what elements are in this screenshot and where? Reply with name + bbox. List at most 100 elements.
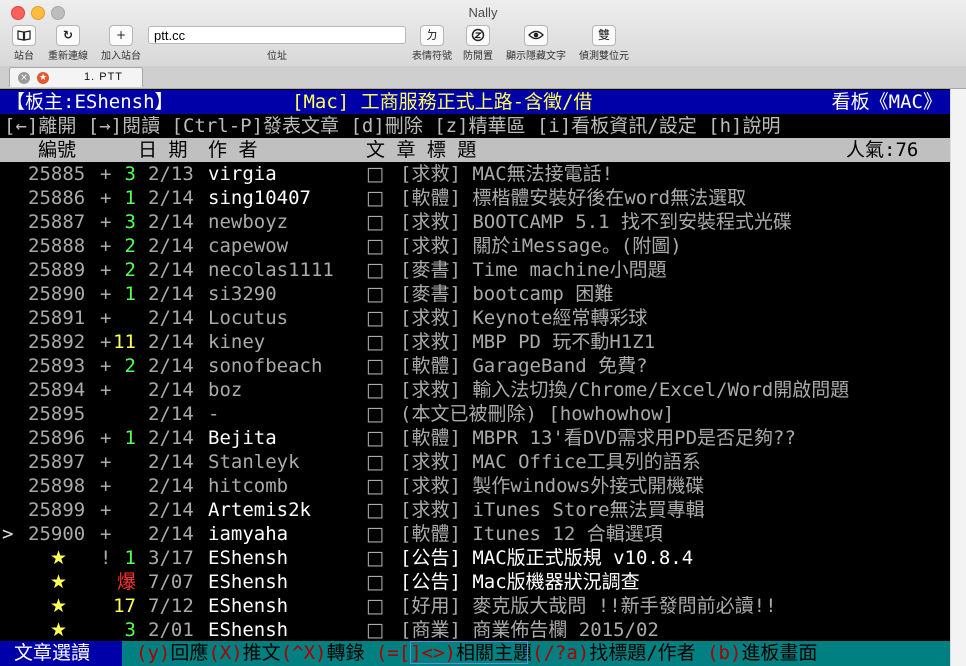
checkbox-icon: □ [366, 283, 384, 305]
column-header: 編號 日 期 作 者 文 章 標 題 人氣:76 [0, 138, 950, 162]
pinned-post-row[interactable]: ★ 3 2/01 EShensh □ [商業] 商業佈告欄 2015/02 [0, 618, 950, 642]
post-title[interactable]: [商業] 商業佈告欄 2015/02 [400, 618, 659, 642]
post-number: 25894 [28, 379, 86, 401]
post-title[interactable]: [求救] MAC無法接電話! [400, 162, 613, 186]
sites-button[interactable]: 站台 [6, 25, 42, 62]
post-row[interactable]: 25895 2/14- □ (本文已被刪除) [howhowhow] [0, 402, 950, 426]
column-author: 作 者 [208, 139, 258, 161]
post-title[interactable]: [公告] MAC版正式版規 v10.8.4 [400, 546, 693, 570]
post-row[interactable]: >25900 +2/14 iamyaha □ [軟體] Itunes 12 合輯選項 [0, 522, 950, 546]
star-icon: ★ [37, 72, 49, 84]
post-date: 2/14 [148, 451, 194, 473]
post-row[interactable]: 25886 +1 2/14 sing10407 □ [軟體] 標楷體安裝好後在word無法… [0, 186, 950, 210]
emoticon-button[interactable]: ㄉ 表情符號 [408, 25, 456, 62]
pinned-post-row[interactable]: ★ 17 7/12 EShensh □ [好用] 麥克版大哉問 !!新手發問前必讀!! [0, 594, 950, 618]
post-date: 2/13 [148, 163, 194, 185]
recommend-count: 3 [124, 163, 136, 185]
post-title[interactable]: [軟體] Itunes 12 合輯選項 [400, 522, 663, 546]
reconnect-button[interactable]: ↻ 重新連線 [44, 25, 92, 62]
post-author: Locutus [208, 307, 289, 329]
star-icon: ★ [50, 595, 68, 617]
post-row[interactable]: 25892 +11 2/14 kiney □ [求救] MBP PD 玩不動H1Z1 [0, 330, 950, 354]
anti-idle-button[interactable]: 防閒置 [458, 25, 498, 62]
close-icon[interactable]: × [18, 72, 30, 84]
post-mark: + [100, 379, 112, 401]
post-title[interactable]: [求救] 輸入法切換/Chrome/Excel/Word開啟問題 [400, 378, 849, 402]
push-key: (X) [208, 642, 243, 664]
post-date: 2/14 [148, 427, 194, 449]
post-author: newboyz [208, 211, 289, 233]
post-row[interactable]: 25888 +2 2/14 capewow □ [求救] 關於iMessage。(附圖) [0, 234, 950, 258]
checkbox-icon: □ [366, 187, 384, 209]
post-title[interactable]: [求救] BOOTCAMP 5.1 找不到安裝程式光碟 [400, 210, 792, 234]
add-site-button[interactable]: + 加入站台 [97, 25, 145, 62]
post-title[interactable]: [求救] MBP PD 玩不動H1Z1 [400, 330, 655, 354]
post-row[interactable]: 25896 +1 2/14 Bejita □ [軟體] MBPR 13'看DVD需求用PD… [0, 426, 950, 450]
post-author: boz [208, 379, 243, 401]
post-row[interactable]: 25889 +2 2/14 necolas1111 □ [麥書] Time machine… [0, 258, 950, 282]
post-row[interactable]: 25897 +2/14 Stanleyk □ [求救] MAC Office工具列的語系 [0, 450, 950, 474]
mode-indicator: 文章選讀 [0, 641, 122, 666]
post-title[interactable]: [求救] 關於iMessage。(附圖) [400, 234, 682, 258]
checkbox-icon: □ [366, 211, 384, 233]
recommend-count: 1 [124, 283, 136, 305]
post-row[interactable]: 25890 +1 2/14 si3290 □ [麥書] bootcamp 困難 [0, 282, 950, 306]
recommend-count: 2 [124, 235, 136, 257]
book-icon [12, 25, 36, 46]
post-row[interactable]: 25887 +3 2/14 newboyz □ [求救] BOOTCAMP 5.1 找不到… [0, 210, 950, 234]
post-author: EShensh [208, 571, 289, 593]
post-title[interactable]: [求救] Keynote經常轉彩球 [400, 306, 647, 330]
post-title[interactable]: [軟體] 標楷體安裝好後在word無法選取 [400, 186, 746, 210]
show-hidden-text-button[interactable]: 顯示隱藏文字 [500, 25, 572, 62]
pinned-post-row[interactable]: ★! 1 3/17 EShensh □ [公告] MAC版正式版規 v10.8.4 [0, 546, 950, 570]
recommend-count: 爆 [116, 571, 136, 593]
post-title[interactable]: [求救] iTunes Store無法買專輯 [400, 498, 705, 522]
checkbox-icon: □ [366, 547, 384, 569]
board-screen-label: 進板畫面 [741, 642, 818, 664]
checkbox-icon: □ [366, 451, 384, 473]
post-title[interactable]: [麥書] Time machine小問題 [400, 258, 667, 282]
checkbox-icon: □ [366, 235, 384, 257]
post-title[interactable]: [麥書] bootcamp 困難 [400, 282, 613, 306]
star-icon: ★ [50, 571, 68, 593]
address-input[interactable]: ptt.cc [148, 26, 406, 44]
post-title[interactable]: [求救] MAC Office工具列的語系 [400, 450, 701, 474]
post-title[interactable]: [軟體] MBPR 13'看DVD需求用PD是否足夠?? [400, 426, 796, 450]
post-number: 25886 [28, 187, 86, 209]
post-date: 2/14 [148, 355, 194, 377]
post-row[interactable]: 25899 +2/14 Artemis2k □ [求救] iTunes Store無法買… [0, 498, 950, 522]
post-title[interactable]: (本文已被刪除) [howhowhow] [400, 402, 674, 426]
eye-icon [524, 25, 548, 46]
terminal-scrollbar[interactable] [950, 89, 966, 666]
post-row[interactable]: 25891 +2/14 Locutus □ [求救] Keynote經常轉彩球 [0, 306, 950, 330]
post-title[interactable]: [軟體] GarageBand 免費? [400, 354, 648, 378]
checkbox-icon: □ [366, 355, 384, 377]
post-row[interactable]: 25885 +3 2/13 virgia □ [求救] MAC無法接電話! [0, 162, 950, 186]
post-title[interactable]: [好用] 麥克版大哉問 !!新手發問前必讀!! [400, 594, 777, 618]
text-selection-highlight [410, 641, 528, 664]
detect-double-byte-button[interactable]: 雙 偵測雙位元 [574, 25, 634, 62]
show-hidden-label: 顯示隱藏文字 [506, 51, 566, 62]
post-date: 2/14 [148, 307, 194, 329]
post-row[interactable]: 25898 +2/14 hitcomb □ [求救] 製作windows外接式開機碟 [0, 474, 950, 498]
post-row[interactable]: 25894 +2/14 boz □ [求救] 輸入法切換/Chrome/Excel/Wo… [0, 378, 950, 402]
post-number: 25892 [28, 331, 86, 353]
post-mark: + [100, 307, 112, 329]
post-mark: + [100, 475, 112, 497]
recommend-count: 1 [124, 187, 136, 209]
post-author: Stanleyk [208, 451, 300, 473]
tab-ptt[interactable]: × ★ 1. PTT [9, 67, 143, 87]
checkbox-icon: □ [366, 571, 384, 593]
post-date: 2/14 [148, 283, 194, 305]
tab-label: 1. PTT [84, 71, 124, 83]
pinned-post-row[interactable]: ★ 爆 7/07 EShensh □ [公告] Mac版機器狀況調查 [0, 570, 950, 594]
post-row[interactable]: 25893 +2 2/14 sonofbeach □ [軟體] GarageBand 免費… [0, 354, 950, 378]
recommend-count: 11 [113, 331, 136, 353]
post-number: 25889 [28, 259, 86, 281]
terminal-screen[interactable]: 【板主:EShensh】 [Mac] 工商服務正式上路-含徵/借 看板《MAC》… [0, 89, 950, 666]
post-title[interactable]: [公告] Mac版機器狀況調查 [400, 570, 640, 594]
post-number: 25897 [28, 451, 86, 473]
post-author: virgia [208, 163, 277, 185]
post-title[interactable]: [求救] 製作windows外接式開機碟 [400, 474, 704, 498]
board-name: 看板《MAC》 [831, 91, 942, 113]
